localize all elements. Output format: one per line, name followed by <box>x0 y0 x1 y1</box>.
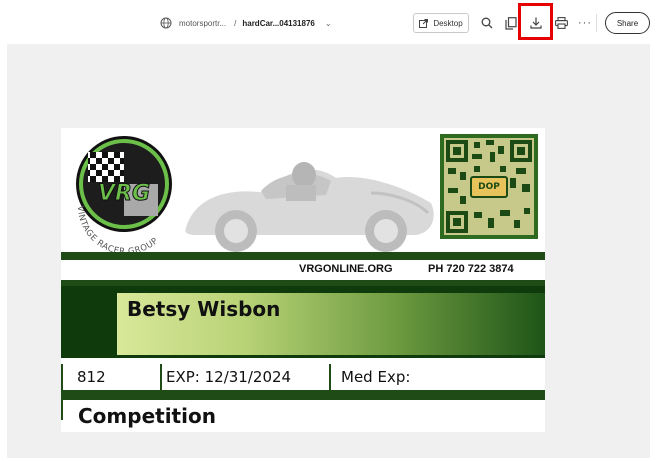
bottom-stripe <box>61 390 545 400</box>
info-divider <box>61 364 63 390</box>
vrg-logo: VRG VINTAGE RACER GROUP <box>75 136 172 253</box>
open-external-icon <box>419 18 429 28</box>
search-button[interactable] <box>478 14 496 32</box>
car-number: 812 <box>77 368 106 386</box>
desktop-label: Desktop <box>433 18 463 28</box>
competition-category: Competition <box>78 404 216 428</box>
info-row: 812 EXP: 12/31/2024 Med Exp: <box>61 364 545 390</box>
share-button[interactable]: Share <box>605 12 650 34</box>
name-bar: Betsy Wisbon <box>61 286 545 358</box>
viewer-toolbar: motorsportr... / hardCar...04131876 ⌄ De… <box>0 0 657 44</box>
website-text: VRGONLINE.ORG <box>299 263 393 275</box>
breadcrumb-separator: / <box>234 18 237 28</box>
phone-text: PH 720 722 3874 <box>428 263 514 275</box>
info-divider <box>160 364 162 390</box>
medical-expiration: Med Exp: <box>341 368 411 386</box>
contact-row: VRGONLINE.ORG PH 720 722 3874 <box>61 260 545 282</box>
info-divider <box>329 364 331 390</box>
search-icon <box>481 17 493 29</box>
print-icon <box>554 17 568 29</box>
print-button[interactable] <box>552 14 570 32</box>
toolbar-divider <box>596 14 597 32</box>
open-in-desktop-button[interactable]: Desktop <box>413 13 469 33</box>
member-name: Betsy Wisbon <box>127 297 281 321</box>
breadcrumb: motorsportr... / hardCar...04131876 ⌄ <box>160 14 332 32</box>
chevron-down-icon[interactable]: ⌄ <box>325 19 332 28</box>
copy-icon <box>505 16 517 30</box>
top-stripe <box>61 252 545 260</box>
membership-card: VRG VINTAGE RACER GROUP DOP VRGONLINE.OR… <box>61 128 545 432</box>
left-edge-bar <box>61 390 63 420</box>
breadcrumb-site[interactable]: motorsportr... <box>179 19 226 28</box>
breadcrumb-filename[interactable]: hardCar...04131876 <box>242 19 315 28</box>
qr-code: DOP <box>440 134 538 239</box>
logo-monogram: VRG <box>98 181 150 206</box>
qr-dop-label: DOP <box>470 176 508 198</box>
race-car-image <box>185 162 434 252</box>
more-options-button[interactable]: ··· <box>576 14 594 32</box>
globe-icon <box>160 17 172 29</box>
download-highlight <box>518 3 553 40</box>
expiration-date: EXP: 12/31/2024 <box>166 368 292 386</box>
name-gradient-panel: Betsy Wisbon <box>117 293 545 355</box>
